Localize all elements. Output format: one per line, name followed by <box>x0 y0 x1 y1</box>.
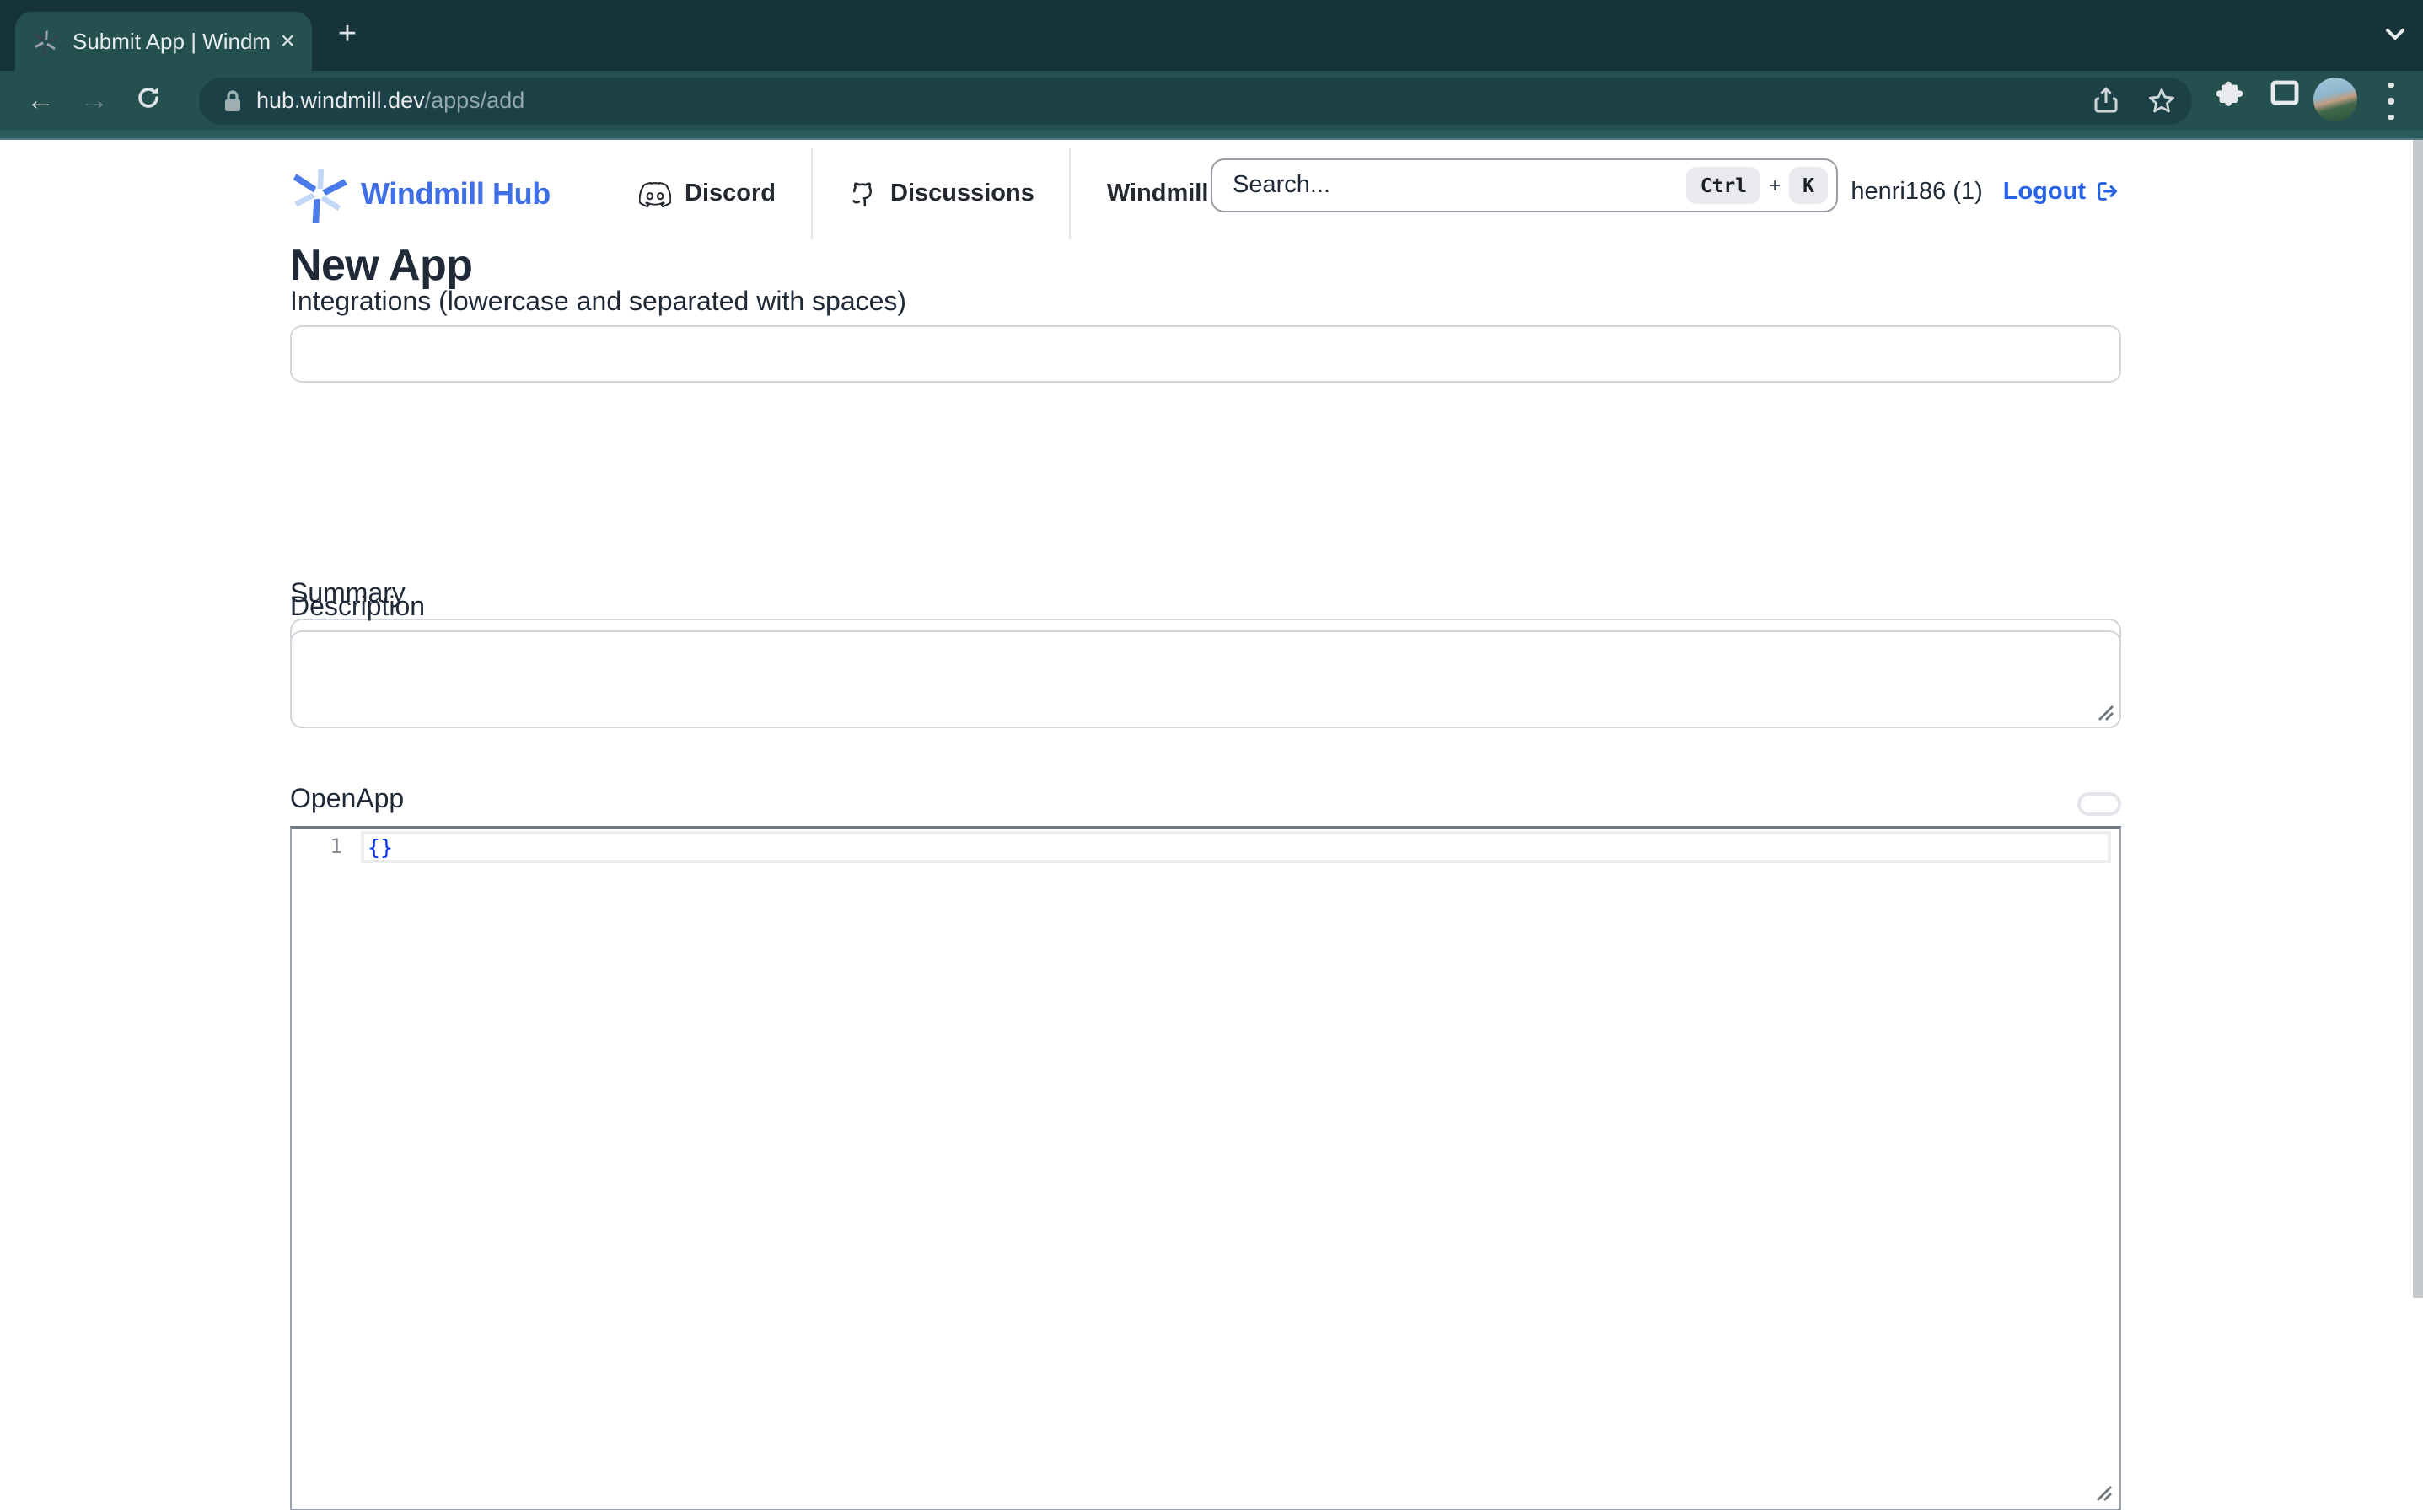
forward-button: → <box>76 83 113 120</box>
textarea-resize-grip-icon[interactable] <box>2094 701 2116 723</box>
page-scrollbar[interactable] <box>2411 140 2423 1512</box>
editor-resize-grip-icon[interactable] <box>2093 1482 2114 1504</box>
integrations-input[interactable] <box>290 325 2121 383</box>
tab-search-chevron-icon[interactable] <box>2384 27 2406 42</box>
windmill-logo-icon <box>290 165 347 223</box>
editor-code[interactable]: {} <box>368 834 393 859</box>
tab-title: Submit App | Windmill Hub <box>73 29 270 54</box>
discord-icon <box>639 181 671 206</box>
windmill-favicon-icon <box>32 28 59 55</box>
reload-icon <box>133 83 164 113</box>
logout-label: Logout <box>2003 178 2086 205</box>
editor-line-number: 1 <box>292 834 342 858</box>
openapp-toggle[interactable] <box>2077 792 2121 816</box>
openapp-label: OpenApp <box>290 785 404 816</box>
browser-tab[interactable]: Submit App | Windmill Hub × <box>15 12 312 71</box>
browser-toolbar: ← → hub.windmill.dev/apps/add <box>0 71 2423 129</box>
tab-close-icon[interactable]: × <box>280 29 295 54</box>
description-textarea[interactable] <box>290 630 2121 728</box>
nav-item-discord[interactable]: Discord <box>604 148 811 239</box>
nav-item-discussions[interactable]: Discussions <box>813 148 1070 239</box>
page-title: New App <box>290 238 472 292</box>
logout-link[interactable]: Logout <box>2003 177 2121 206</box>
url-domain: hub.windmill.dev <box>256 87 425 112</box>
user-box: henri186 (1) Logout <box>1851 177 2121 206</box>
search-placeholder: Search... <box>1233 172 1687 199</box>
username: henri186 (1) <box>1851 178 1982 205</box>
logout-icon <box>2093 177 2121 206</box>
editor-current-line <box>361 831 2111 863</box>
brand-name[interactable]: Windmill Hub <box>361 176 551 212</box>
new-tab-button[interactable]: + <box>327 15 368 56</box>
openapp-code-editor[interactable]: 1 {} <box>290 826 2121 1510</box>
kbd-ctrl: Ctrl <box>1687 167 1760 204</box>
tab-strip: Submit App | Windmill Hub × + <box>0 0 2423 71</box>
openapp-row: OpenApp <box>290 785 2121 819</box>
scrollbar-thumb[interactable] <box>2412 140 2422 1298</box>
kbd-k: K <box>1789 167 1828 204</box>
address-bar[interactable]: hub.windmill.dev/apps/add <box>199 77 2192 124</box>
kbd-plus: + <box>1769 174 1781 197</box>
integrations-label: Integrations (lowercase and separated wi… <box>290 288 906 319</box>
bookmark-star-icon[interactable] <box>2146 85 2177 115</box>
extensions-puzzle-icon[interactable] <box>2214 79 2244 110</box>
back-button[interactable]: ← <box>22 83 59 120</box>
nav-label: Discussions <box>890 180 1034 207</box>
share-icon[interactable] <box>2091 85 2121 115</box>
profile-avatar[interactable] <box>2313 78 2357 121</box>
browser-window: Submit App | Windmill Hub × + ← → hub.wi… <box>0 0 2423 1512</box>
toolbar-edge <box>0 129 2423 140</box>
nav-label: Discord <box>685 180 776 207</box>
reload-button[interactable] <box>130 83 167 120</box>
page-content: Windmill Hub Discord <box>0 140 2423 1512</box>
nav-label: Windmill <box>1107 180 1209 207</box>
description-label: Description <box>290 593 425 624</box>
github-discussions-icon <box>848 179 877 209</box>
lock-icon <box>221 87 244 114</box>
url-text[interactable]: hub.windmill.dev/apps/add <box>256 87 524 112</box>
search-input[interactable]: Search... Ctrl + K <box>1211 158 1838 212</box>
hub-header: Windmill Hub Discord <box>290 148 2121 239</box>
side-panel-icon[interactable] <box>2270 79 2300 106</box>
brand-logo[interactable]: Windmill Hub <box>290 165 551 223</box>
hub-nav: Discord Discussions Windmill <box>604 148 1244 239</box>
url-path: /apps/add <box>425 87 525 112</box>
browser-menu-icon[interactable] <box>2384 83 2398 120</box>
